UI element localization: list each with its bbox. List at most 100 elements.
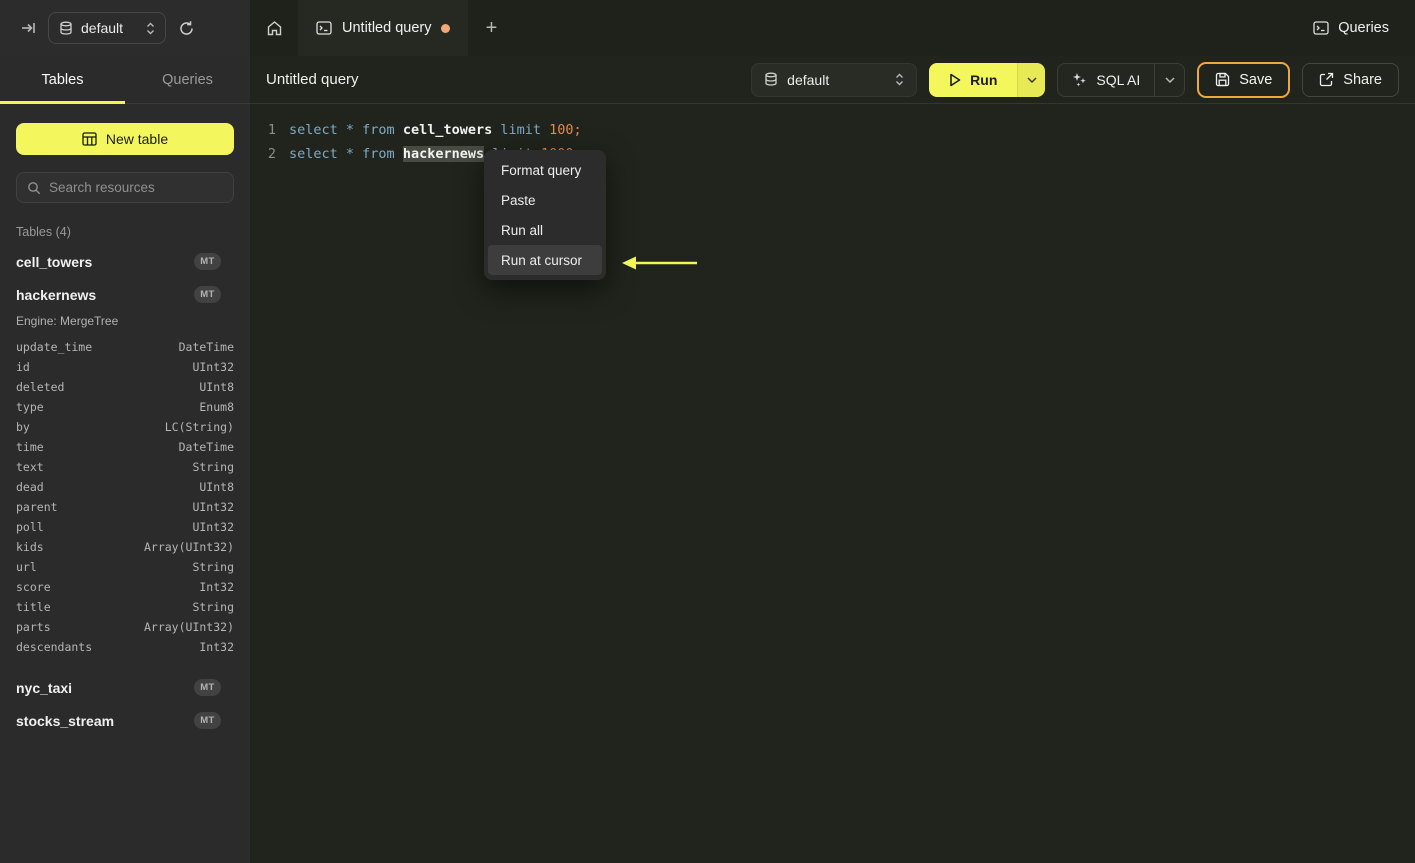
engine-badge: MT: [194, 253, 221, 270]
sql-ai-button[interactable]: SQL AI: [1058, 72, 1154, 88]
column-type: Int32: [199, 640, 234, 654]
database-selector-topbar[interactable]: default: [48, 12, 166, 44]
table-list: cell_towers MT hackernews MT Engine: MergeTr…: [16, 245, 234, 737]
sidebar-tab-queries[interactable]: Queries: [125, 56, 250, 103]
code-token: 100;: [549, 122, 582, 138]
column-name: deleted: [16, 380, 65, 394]
column-name: id: [16, 360, 30, 374]
new-tab-button[interactable]: +: [468, 0, 514, 56]
queries-button[interactable]: Queries: [1313, 0, 1415, 56]
column-row: by LC(String): [16, 417, 234, 437]
column-row: dead UInt8: [16, 477, 234, 497]
column-row: deleted UInt8: [16, 377, 234, 397]
code-token: cell_towers: [402, 122, 493, 138]
column-row: id UInt32: [16, 357, 234, 377]
code-line: 1 select * from cell_towers limit 100;: [250, 118, 1415, 142]
top-bar: default Untitled query + Queries: [0, 0, 1415, 56]
column-name: score: [16, 580, 51, 594]
column-type: UInt32: [192, 500, 234, 514]
column-name: kids: [16, 540, 44, 554]
menu-item-paste[interactable]: Paste: [488, 185, 602, 215]
database-selector-value: default: [81, 20, 124, 36]
run-button-label: Run: [970, 71, 998, 88]
database-selector-value: default: [787, 71, 830, 88]
column-row: title String: [16, 597, 234, 617]
chevron-updown-icon: [146, 22, 155, 35]
share-button[interactable]: Share: [1302, 62, 1399, 97]
search-box: [16, 172, 234, 203]
engine-badge: MT: [194, 712, 221, 729]
code-token: select: [289, 146, 346, 162]
column-type: Array(UInt32): [143, 620, 234, 634]
search-input[interactable]: [49, 180, 226, 195]
table-name: stocks_stream: [16, 712, 115, 729]
engine-badge: MT: [194, 679, 221, 696]
column-row: parent UInt32: [16, 497, 234, 517]
code-text: select * from cell_towers limit 100;: [289, 122, 582, 138]
code-token: *: [345, 122, 363, 138]
collapse-sidebar-icon[interactable]: [20, 20, 36, 36]
tab-untitled-query[interactable]: Untitled query: [298, 0, 469, 56]
code-lines: 1 select * from cell_towers limit 100; 2 se…: [250, 118, 1415, 166]
table-row[interactable]: stocks_stream MT: [16, 704, 234, 737]
menu-item-run-at-cursor[interactable]: Run at cursor: [488, 245, 602, 275]
column-type: Int32: [199, 580, 234, 594]
column-row: descendants Int32: [16, 637, 234, 657]
column-type: UInt8: [199, 380, 234, 394]
database-icon: [764, 72, 778, 87]
refresh-icon[interactable]: [178, 20, 195, 37]
database-selector-toolbar[interactable]: default: [751, 62, 918, 97]
column-type: Array(UInt32): [143, 540, 234, 554]
column-name: dead: [16, 480, 44, 494]
share-button-label: Share: [1343, 71, 1382, 88]
run-button[interactable]: Run: [929, 62, 1018, 97]
code-token: from: [362, 146, 403, 162]
column-type: String: [192, 600, 234, 614]
new-table-button[interactable]: New table: [16, 123, 234, 155]
new-table-label: New table: [105, 131, 169, 147]
column-name: poll: [16, 520, 44, 534]
play-icon: [949, 73, 961, 87]
code-token: select: [289, 122, 346, 138]
terminal-icon: [316, 21, 332, 35]
column-type: String: [192, 460, 234, 474]
column-name: type: [16, 400, 44, 414]
column-type: DateTime: [178, 440, 234, 454]
queries-icon: [1313, 21, 1329, 35]
column-row: url String: [16, 557, 234, 577]
top-bar-main: Untitled query + Queries: [250, 0, 1415, 56]
chevron-down-icon: [1027, 76, 1037, 83]
code-token: limit: [500, 122, 550, 138]
menu-item-run-all[interactable]: Run all: [488, 215, 602, 245]
column-row: update_time DateTime: [16, 337, 234, 357]
column-name: by: [16, 420, 30, 434]
search-icon: [27, 181, 41, 195]
run-options-button[interactable]: [1017, 62, 1046, 97]
column-row: time DateTime: [16, 437, 234, 457]
sql-editor[interactable]: 1 select * from cell_towers limit 100; 2 se…: [250, 104, 1415, 863]
code-line: 2select * from hackernews limit 1000: [250, 142, 1415, 166]
save-button[interactable]: Save: [1197, 61, 1291, 98]
table-row[interactable]: nyc_taxi MT: [16, 671, 234, 704]
query-title: Untitled query: [266, 71, 359, 88]
column-name: title: [16, 600, 51, 614]
save-button-label: Save: [1239, 71, 1273, 88]
run-button-group: Run: [929, 62, 1046, 97]
column-row: text String: [16, 457, 234, 477]
table-name: hackernews: [16, 286, 97, 303]
engine-label: Engine: MergeTree: [16, 314, 119, 328]
column-type: Enum8: [199, 400, 234, 414]
column-type: UInt32: [192, 520, 234, 534]
menu-item-format-query[interactable]: Format query: [488, 155, 602, 185]
column-row: score Int32: [16, 577, 234, 597]
sidebar-tab-tables[interactable]: Tables: [0, 56, 125, 104]
table-row[interactable]: hackernews MT: [16, 278, 234, 311]
table-row[interactable]: cell_towers MT: [16, 245, 234, 278]
top-bar-left: default: [0, 0, 250, 56]
home-button[interactable]: [250, 0, 298, 56]
database-icon: [59, 21, 73, 36]
sql-ai-options-button[interactable]: [1154, 63, 1184, 96]
home-icon: [266, 20, 283, 37]
column-name: parent: [16, 500, 58, 514]
